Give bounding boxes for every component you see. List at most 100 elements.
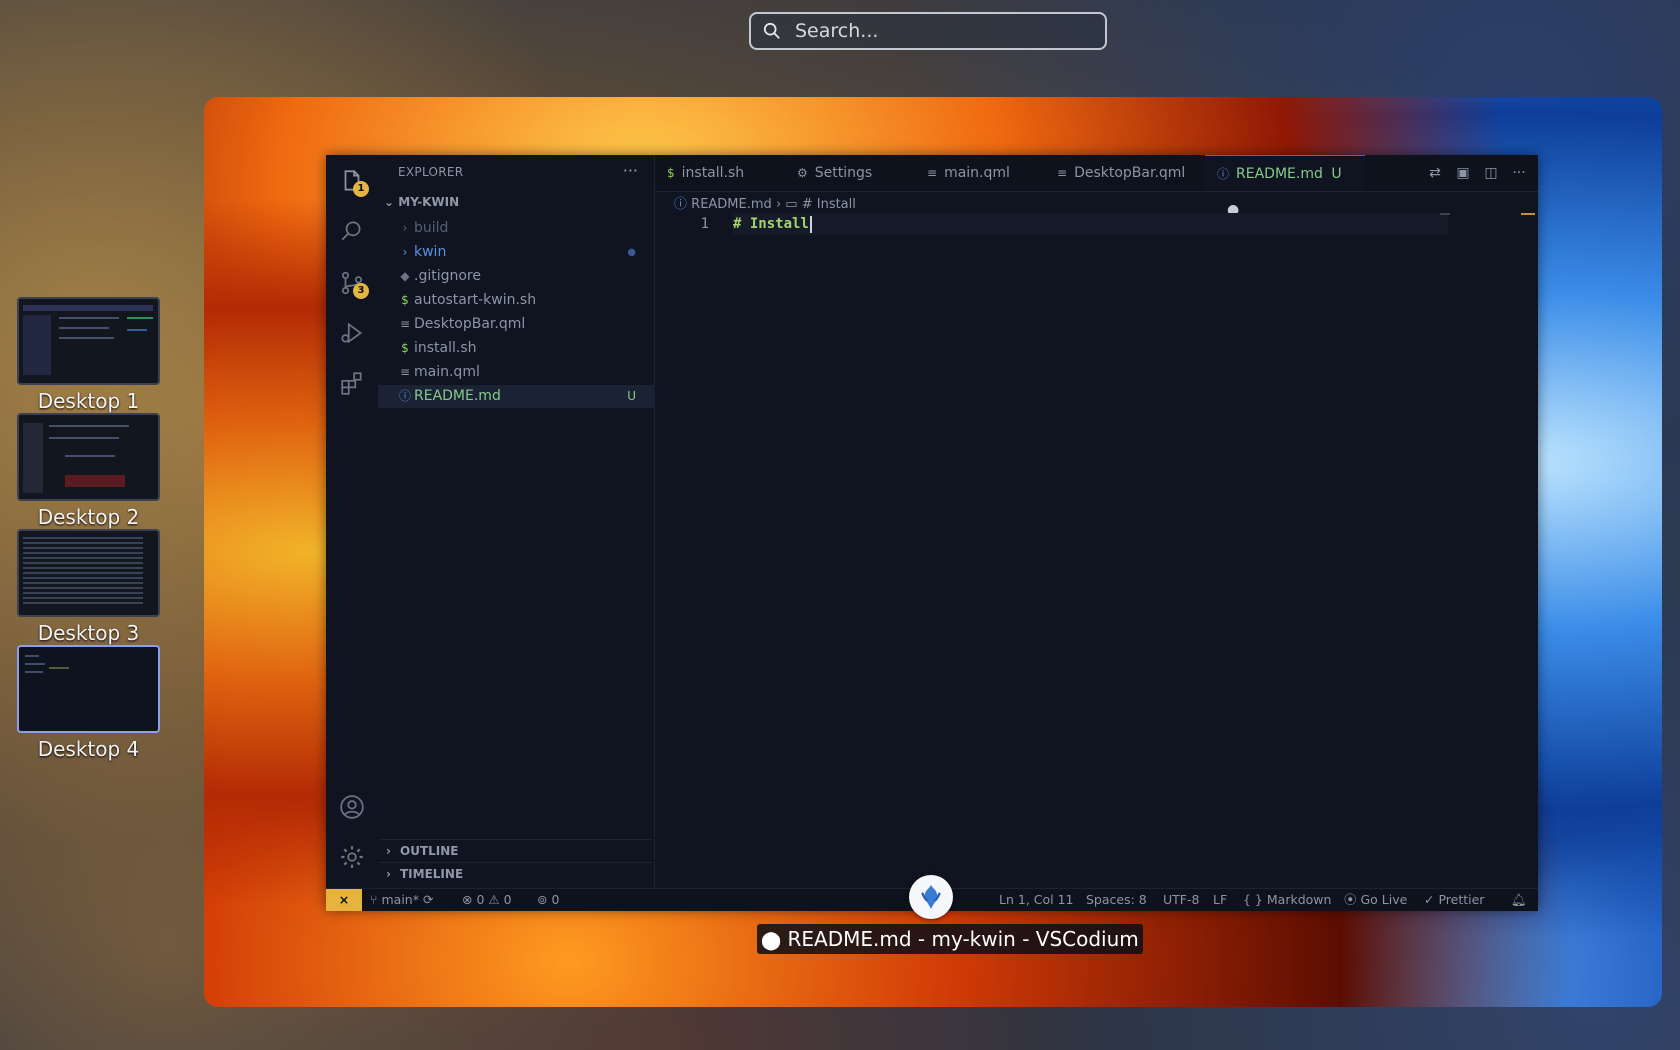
- branch-icon: ⑂: [370, 892, 378, 907]
- workspace-root-label: MY-KWIN: [398, 195, 460, 209]
- broadcast-icon: ⦿: [1344, 892, 1357, 907]
- tree-item-autostart[interactable]: $ autostart-kwin.sh: [378, 289, 654, 312]
- chevron-right-icon: ›: [402, 221, 408, 235]
- run-debug-button[interactable]: [326, 311, 378, 355]
- window-caption-text: README.md - my-kwin - VSCodium: [787, 927, 1139, 951]
- ports-count: 0: [551, 892, 560, 907]
- tree-item-build[interactable]: › build: [378, 217, 654, 240]
- vscodium-app-icon: [909, 875, 953, 919]
- accounts-button[interactable]: [326, 785, 378, 829]
- go-live-label: Go Live: [1360, 892, 1408, 907]
- split-editor-icon[interactable]: ◫: [1482, 165, 1500, 181]
- search-view-button[interactable]: [326, 209, 378, 253]
- tree-item-gitignore[interactable]: ◆ .gitignore: [378, 265, 654, 288]
- search-box[interactable]: [749, 12, 1107, 50]
- branch-indicator[interactable]: ⑂ main* ⟳: [370, 889, 433, 911]
- line-ending[interactable]: LF: [1213, 889, 1227, 911]
- line-number: 1: [700, 216, 709, 232]
- chevron-right-icon: ›: [775, 197, 786, 212]
- tree-item-main[interactable]: ≡ main.qml: [378, 361, 654, 384]
- tab-readme-md[interactable]: ⓘ README.md U ●: [1205, 155, 1365, 218]
- explorer-title: EXPLORER: [398, 165, 464, 179]
- shell-icon: $: [667, 166, 675, 180]
- desktop-2[interactable]: Desktop 2: [17, 413, 160, 529]
- breadcrumb-file[interactable]: README.md: [691, 197, 772, 212]
- search-input[interactable]: [793, 19, 1105, 43]
- explorer-button[interactable]: 1: [326, 159, 378, 203]
- extensions-button[interactable]: [326, 361, 378, 405]
- editor-tabs: $ install.sh ⚙ Settings ≡ main.qml ≡ Desktop…: [655, 155, 1538, 218]
- tree-item-install[interactable]: $ install.sh: [378, 337, 654, 360]
- tab-desktopbar-qml[interactable]: ≡ DesktopBar.qml: [1045, 155, 1205, 191]
- settings-button[interactable]: [326, 835, 378, 879]
- info-icon: ⓘ: [398, 389, 411, 403]
- ports-indicator[interactable]: ⊚ 0: [537, 889, 559, 911]
- language-mode[interactable]: { } Markdown: [1243, 889, 1331, 911]
- desktop-3[interactable]: Desktop 3: [17, 529, 160, 645]
- explorer-sidebar: EXPLORER ··· ⌄ MY-KWIN › build › kwin ● …: [378, 155, 655, 888]
- git-icon: ◆: [400, 269, 410, 283]
- desktop-4-thumbnail[interactable]: [17, 645, 160, 733]
- problems-indicator[interactable]: ⊗ 0 ⚠ 0: [462, 889, 512, 911]
- tree-item-kwin[interactable]: › kwin ●: [378, 241, 654, 264]
- desktop-label: Desktop 2: [37, 505, 140, 529]
- tab-status: U: [1331, 166, 1342, 182]
- extensions-icon: [341, 372, 362, 395]
- chevron-right-icon: ›: [386, 844, 391, 858]
- tree-item-desktopbar[interactable]: ≡ DesktopBar.qml: [378, 313, 654, 336]
- scm-badge: 3: [353, 283, 369, 299]
- prettier-button[interactable]: ✓ Prettier: [1424, 889, 1484, 911]
- tab-label: Settings: [814, 165, 873, 181]
- source-control-button[interactable]: 3: [326, 261, 378, 305]
- check-icon: ✓: [1424, 892, 1435, 907]
- explorer-more-button[interactable]: ···: [623, 161, 638, 180]
- bell-icon[interactable]: 🔔︎: [1511, 889, 1527, 911]
- scrollbar-marker: [1521, 213, 1535, 215]
- sync-icon: ⟳: [422, 892, 434, 907]
- tree-item-label: DesktopBar.qml: [414, 316, 526, 332]
- desktop-2-thumbnail[interactable]: [17, 413, 160, 501]
- desktop-1-thumbnail[interactable]: [17, 297, 160, 385]
- timeline-section[interactable]: › TIMELINE: [378, 862, 654, 885]
- remote-button[interactable]: ⨯: [326, 889, 362, 911]
- code-line[interactable]: # Install: [733, 213, 812, 235]
- tree-item-readme[interactable]: ⓘ README.md U: [378, 385, 654, 408]
- info-icon: ⓘ: [1217, 167, 1230, 181]
- cursor-position[interactable]: Ln 1, Col 11: [999, 889, 1074, 911]
- editor-area[interactable]: 1 # Install: [655, 213, 1538, 888]
- vscodium-icon: [921, 885, 941, 909]
- tab-install-sh[interactable]: $ install.sh: [655, 155, 785, 191]
- tab-label: install.sh: [681, 165, 745, 181]
- encoding[interactable]: UTF-8: [1163, 889, 1199, 911]
- tab-main-qml[interactable]: ≡ main.qml: [915, 155, 1045, 191]
- untracked-badge: U: [627, 389, 636, 403]
- go-live-button[interactable]: ⦿ Go Live: [1344, 889, 1407, 911]
- remote-icon: ⨯: [338, 892, 350, 907]
- activity-bar: 1 3: [326, 155, 379, 888]
- chevron-right-icon: ›: [386, 867, 391, 881]
- desktop-1[interactable]: Desktop 1: [17, 297, 160, 413]
- desktop-3-thumbnail[interactable]: [17, 529, 160, 617]
- explorer-badge: 1: [353, 181, 369, 197]
- tree-item-label: build: [414, 220, 449, 236]
- chevron-down-icon: ⌄: [384, 195, 395, 209]
- text-file-icon: ≡: [927, 166, 938, 180]
- desktop-4[interactable]: Desktop 4: [17, 645, 160, 761]
- minimap[interactable]: [1440, 213, 1450, 215]
- modified-dot: ●: [627, 247, 636, 258]
- more-actions-icon[interactable]: ···: [1510, 165, 1528, 181]
- prettier-label: Prettier: [1438, 892, 1485, 907]
- compare-icon[interactable]: ⇄: [1426, 165, 1444, 181]
- tab-settings[interactable]: ⚙ Settings: [785, 155, 915, 191]
- vscodium-window[interactable]: 1 3 EXPLORER ··· ⌄ MY-KWIN › build › kwi…: [326, 155, 1538, 911]
- text-file-icon: ≡: [399, 365, 411, 379]
- outline-label: OUTLINE: [400, 844, 459, 858]
- code-text: # Install: [733, 216, 809, 232]
- desktop-label: Desktop 4: [37, 737, 140, 761]
- breadcrumb-symbol[interactable]: # Install: [802, 197, 856, 212]
- open-preview-icon[interactable]: ▣: [1454, 165, 1472, 181]
- workspace-root[interactable]: ⌄ MY-KWIN: [384, 195, 459, 209]
- indentation[interactable]: Spaces: 8: [1086, 889, 1147, 911]
- desktop-label: Desktop 3: [37, 621, 140, 645]
- outline-section[interactable]: › OUTLINE: [378, 839, 654, 862]
